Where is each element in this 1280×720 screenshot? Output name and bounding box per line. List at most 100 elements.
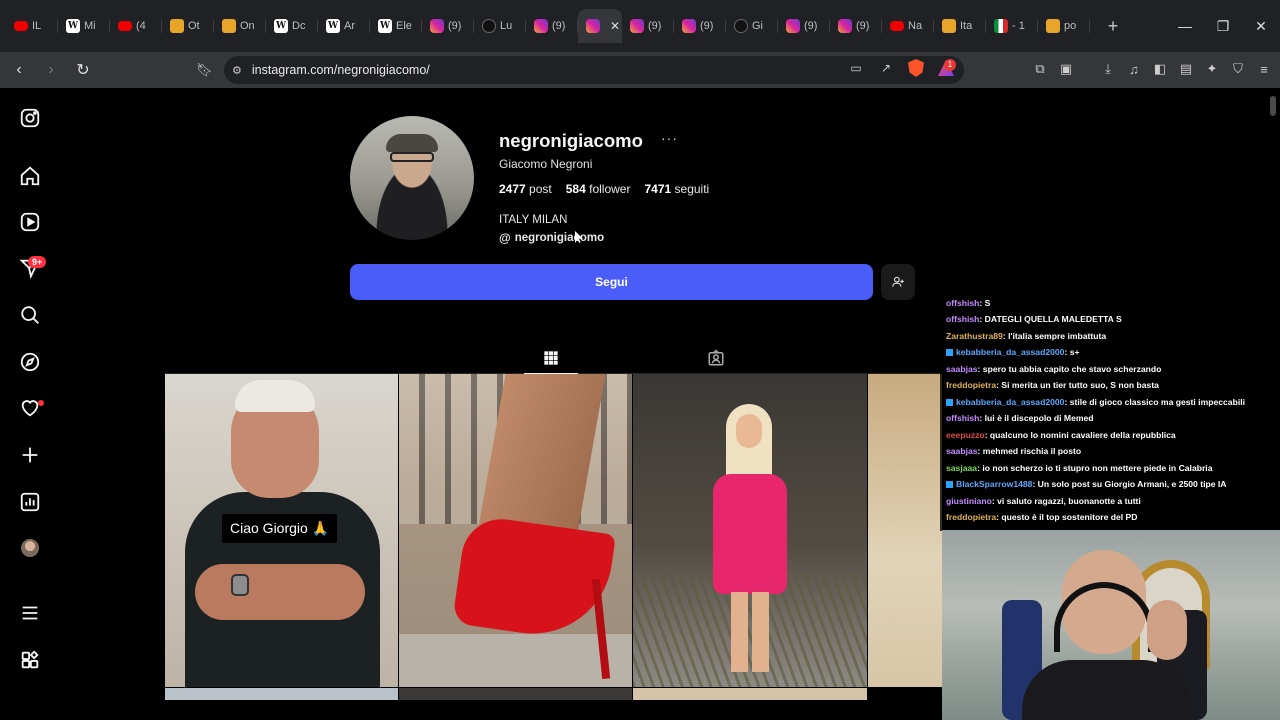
reload-icon[interactable]: ↻ [70, 57, 96, 83]
browser-tab[interactable]: (9) [526, 9, 578, 43]
browser-tab[interactable]: W Ele [370, 9, 422, 43]
instagram-icon [630, 19, 644, 33]
profile-picture[interactable] [350, 116, 474, 240]
browser-tab[interactable]: On [214, 9, 266, 43]
browser-tab[interactable]: ✕ [578, 9, 622, 43]
browser-tab-label: Dc [292, 20, 306, 32]
minimize-icon[interactable]: — [1166, 18, 1204, 34]
post-thumbnail[interactable] [633, 688, 867, 700]
vpn-icon[interactable]: ⛉ [1230, 60, 1246, 78]
chat-text: : lui è il discepolo di Memed [979, 413, 1094, 423]
create-icon[interactable] [18, 443, 42, 467]
sidebar-toggle-icon[interactable]: ◧ [1152, 60, 1168, 78]
chat-text: : Un solo post su Giorgio Armani, e 2500… [1032, 479, 1227, 489]
followers-stat[interactable]: 584 follower [566, 182, 631, 196]
browser-tab[interactable]: - 1 [986, 9, 1038, 43]
back-icon[interactable]: ‹ [6, 57, 32, 83]
browser-tab-strip: IL W Mi (4 Ot On W Dc W Ar W Ele (9) Lu (9) ✕ (9) (9) Gi (9… [0, 0, 1280, 52]
tab-tagged[interactable] [702, 343, 730, 373]
browser-tab-label: (9) [700, 20, 714, 32]
profile-options-icon[interactable]: ··· [661, 130, 678, 146]
chat-message: giustiniano: vi saluto ragazzi, buonanot… [946, 493, 1280, 510]
web-icon [222, 19, 236, 33]
also-from-meta-icon[interactable] [18, 648, 42, 672]
browser-tab[interactable]: W Ar [318, 9, 370, 43]
chat-username: freddopietra [946, 512, 997, 522]
home-icon[interactable] [18, 164, 42, 188]
post-thumbnail[interactable] [399, 688, 632, 700]
page-scrollbar[interactable] [1270, 96, 1276, 116]
leo-ai-icon[interactable]: ✦ [1204, 60, 1220, 78]
following-stat[interactable]: 7471 seguiti [644, 182, 709, 196]
browser-tab[interactable]: Na [882, 9, 934, 43]
follow-button[interactable]: Segui [350, 264, 873, 300]
instagram-sidebar: 9+ [0, 88, 60, 700]
profile-bio: ITALY MILAN [499, 214, 568, 226]
close-window-icon[interactable]: ✕ [1242, 18, 1280, 35]
browser-tab-label: IL [32, 20, 42, 32]
suggested-accounts-button[interactable] [881, 264, 915, 300]
grid-icon [544, 351, 558, 365]
browser-tab[interactable]: po [1038, 9, 1090, 43]
site-info-icon[interactable]: ⚙ [232, 64, 242, 77]
browser-tab[interactable]: (9) [622, 9, 674, 43]
post-thumbnail[interactable] [399, 374, 632, 687]
profile-avatar-icon[interactable] [21, 539, 39, 557]
url-text[interactable]: instagram.com/negronigiacomo/ [252, 63, 430, 77]
extensions-icon[interactable]: ⧉ [1032, 60, 1048, 78]
threads-link[interactable]: @ negronigiacomo [499, 231, 604, 245]
media-icon[interactable]: ♫ [1126, 60, 1142, 78]
cast-icon[interactable]: ▭ [848, 60, 864, 76]
chat-badge-icon [946, 398, 953, 406]
browser-tab[interactable]: Lu [474, 9, 526, 43]
youtube-icon [14, 21, 28, 31]
post-thumbnail[interactable]: Ciao Giorgio 🙏 [165, 374, 398, 687]
wallet-icon[interactable]: ▤ [1178, 60, 1194, 78]
search-icon[interactable] [18, 303, 42, 327]
browser-tab[interactable]: (4 [110, 9, 162, 43]
chat-username: offshish [946, 314, 980, 324]
post-caption-overlay: Ciao Giorgio 🙏 [222, 514, 338, 543]
post-thumbnail[interactable] [633, 374, 867, 687]
chat-username: offshish [946, 413, 980, 423]
downloads-icon[interactable]: ⤓ [1100, 60, 1116, 78]
address-bar[interactable]: ⚙ instagram.com/negronigiacomo/ ▭ ↗ [224, 56, 964, 84]
browser-tab[interactable]: W Mi [58, 9, 110, 43]
browser-tab[interactable]: Ot [162, 9, 214, 43]
browser-tab[interactable]: (9) [778, 9, 830, 43]
threads-icon [734, 19, 748, 33]
more-menu-icon[interactable] [18, 601, 42, 625]
browser-tab[interactable]: Ita [934, 9, 986, 43]
forward-icon[interactable]: › [38, 57, 64, 83]
tab-posts-grid[interactable] [524, 343, 578, 374]
close-tab-icon[interactable]: ✕ [610, 19, 620, 33]
screenshot-icon[interactable]: ▣ [1058, 60, 1074, 78]
chat-username: freddopietra [946, 380, 997, 390]
explore-icon[interactable] [18, 350, 42, 374]
share-icon[interactable]: ↗ [878, 60, 894, 76]
chat-text: : s+ [1064, 347, 1080, 357]
browser-tab[interactable]: W Dc [266, 9, 318, 43]
browser-tab[interactable]: (9) [830, 9, 882, 43]
post-thumbnail[interactable] [868, 374, 942, 687]
browser-tab-label: Lu [500, 20, 513, 32]
browser-tab[interactable]: Gi [726, 9, 778, 43]
new-tab-button[interactable]: + [1098, 11, 1128, 41]
reels-icon[interactable] [18, 210, 42, 234]
browser-tab[interactable]: (9) [422, 9, 474, 43]
bookmark-icon[interactable]: 🔖︎ [196, 62, 213, 78]
chat-message: sasjaaa: io non scherzo io ti stupro non… [946, 460, 1280, 477]
browser-tab[interactable]: IL [6, 9, 58, 43]
restore-icon[interactable]: ❐ [1204, 18, 1242, 35]
post-thumbnail[interactable] [165, 688, 398, 700]
instagram-logo-icon[interactable] [18, 106, 42, 130]
posts-stat: 2477 post [499, 182, 552, 196]
webcam-overlay [942, 530, 1280, 720]
dashboard-icon[interactable] [18, 490, 42, 514]
instagram-icon [430, 19, 444, 33]
brave-shields-icon[interactable] [908, 59, 924, 77]
menu-icon[interactable]: ≡ [1256, 60, 1272, 78]
chat-message: saabjas: spero tu abbia capito che stavo… [946, 361, 1280, 378]
web-icon [942, 19, 956, 33]
browser-tab[interactable]: (9) [674, 9, 726, 43]
